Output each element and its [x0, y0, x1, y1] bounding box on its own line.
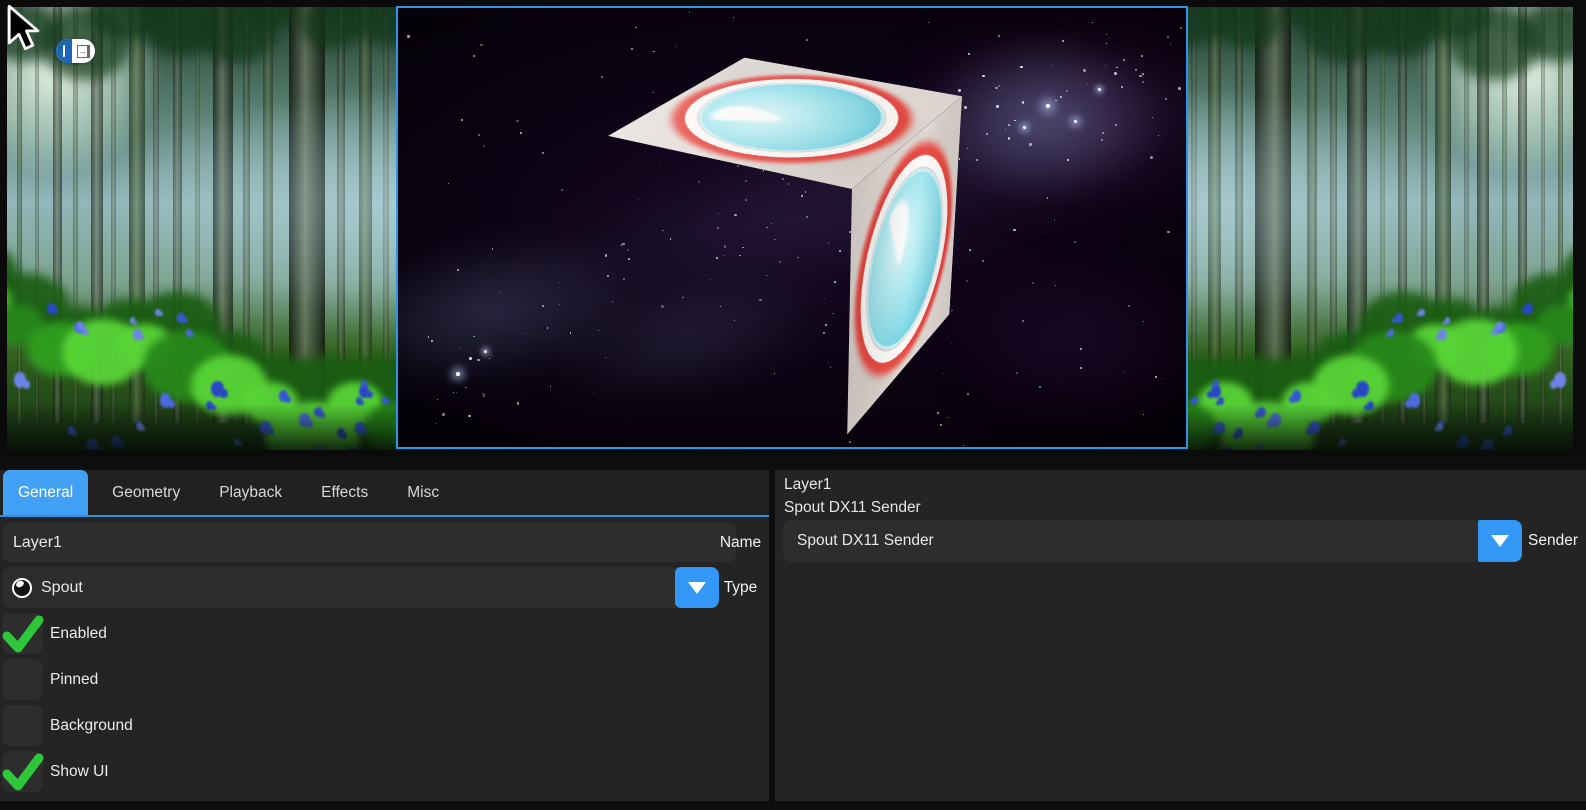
layer-preview-viewport[interactable] — [396, 6, 1188, 449]
sender-label: Sender — [1528, 520, 1578, 562]
tab-bar: GeneralGeometryPlaybackEffectsMisc — [0, 470, 769, 517]
sender-value: Spout DX11 Sender — [797, 532, 934, 550]
application-window: → GeneralGeometryPlaybackEffectsMisc Nam… — [0, 0, 1586, 810]
checkbox-row: Show UI — [0, 751, 769, 792]
checkbox-pinned[interactable] — [2, 659, 43, 700]
header-layer-name: Layer1 — [784, 473, 921, 496]
header-source-name: Spout DX11 Sender — [784, 496, 921, 519]
checkbox-label: Show UI — [50, 751, 109, 792]
type-row: Spout Type — [0, 567, 769, 608]
sphere-icon — [12, 578, 32, 598]
sender-dropdown-button[interactable] — [1478, 520, 1522, 562]
open-panel-icon: → — [72, 39, 95, 63]
checkbox-list: Enabled Pinned Background Show UI — [0, 613, 769, 797]
sender-row: Spout DX11 Sender Sender — [775, 520, 1586, 562]
sender-dropdown[interactable]: Spout DX11 Sender — [783, 520, 1478, 562]
checkbox-row: Enabled — [0, 613, 769, 654]
tab-playback[interactable]: Playback — [204, 470, 297, 515]
type-dropdown[interactable]: Spout — [2, 567, 719, 608]
checkbox-row: Background — [0, 705, 769, 746]
chevron-down-icon — [688, 582, 706, 594]
panel-header: Layer1 Spout DX11 Sender — [784, 473, 921, 519]
checkbox-label: Background — [50, 705, 133, 746]
checkbox-label: Enabled — [50, 613, 107, 654]
panel-toggle-bar-icon — [56, 39, 72, 63]
layer-properties-panel: GeneralGeometryPlaybackEffectsMisc Name … — [0, 470, 769, 801]
check-icon — [0, 748, 48, 798]
chevron-down-icon — [1491, 535, 1509, 547]
tab-misc[interactable]: Misc — [392, 470, 454, 515]
tab-effects[interactable]: Effects — [306, 470, 383, 515]
checkbox-label: Pinned — [50, 659, 98, 700]
panel-toggle-button[interactable]: → — [56, 39, 95, 63]
check-icon — [0, 610, 48, 660]
preview-section: → — [0, 0, 1586, 457]
checkbox-background[interactable] — [2, 705, 43, 746]
name-input[interactable] — [2, 523, 736, 562]
cube-scene — [398, 8, 1186, 447]
checkbox-enabled[interactable] — [2, 613, 43, 654]
checkbox-show-ui[interactable] — [2, 751, 43, 792]
source-properties-panel: Layer1 Spout DX11 Sender Spout DX11 Send… — [775, 470, 1586, 801]
type-label: Type — [712, 567, 769, 608]
tab-general[interactable]: General — [3, 470, 88, 515]
textured-cube — [724, 76, 849, 399]
name-label: Name — [712, 522, 769, 563]
name-row: Name — [0, 522, 769, 563]
checkbox-row: Pinned — [0, 659, 769, 700]
type-value: Spout — [41, 579, 83, 597]
properties-section: GeneralGeometryPlaybackEffectsMisc Name … — [0, 457, 1586, 810]
tab-geometry[interactable]: Geometry — [97, 470, 195, 515]
